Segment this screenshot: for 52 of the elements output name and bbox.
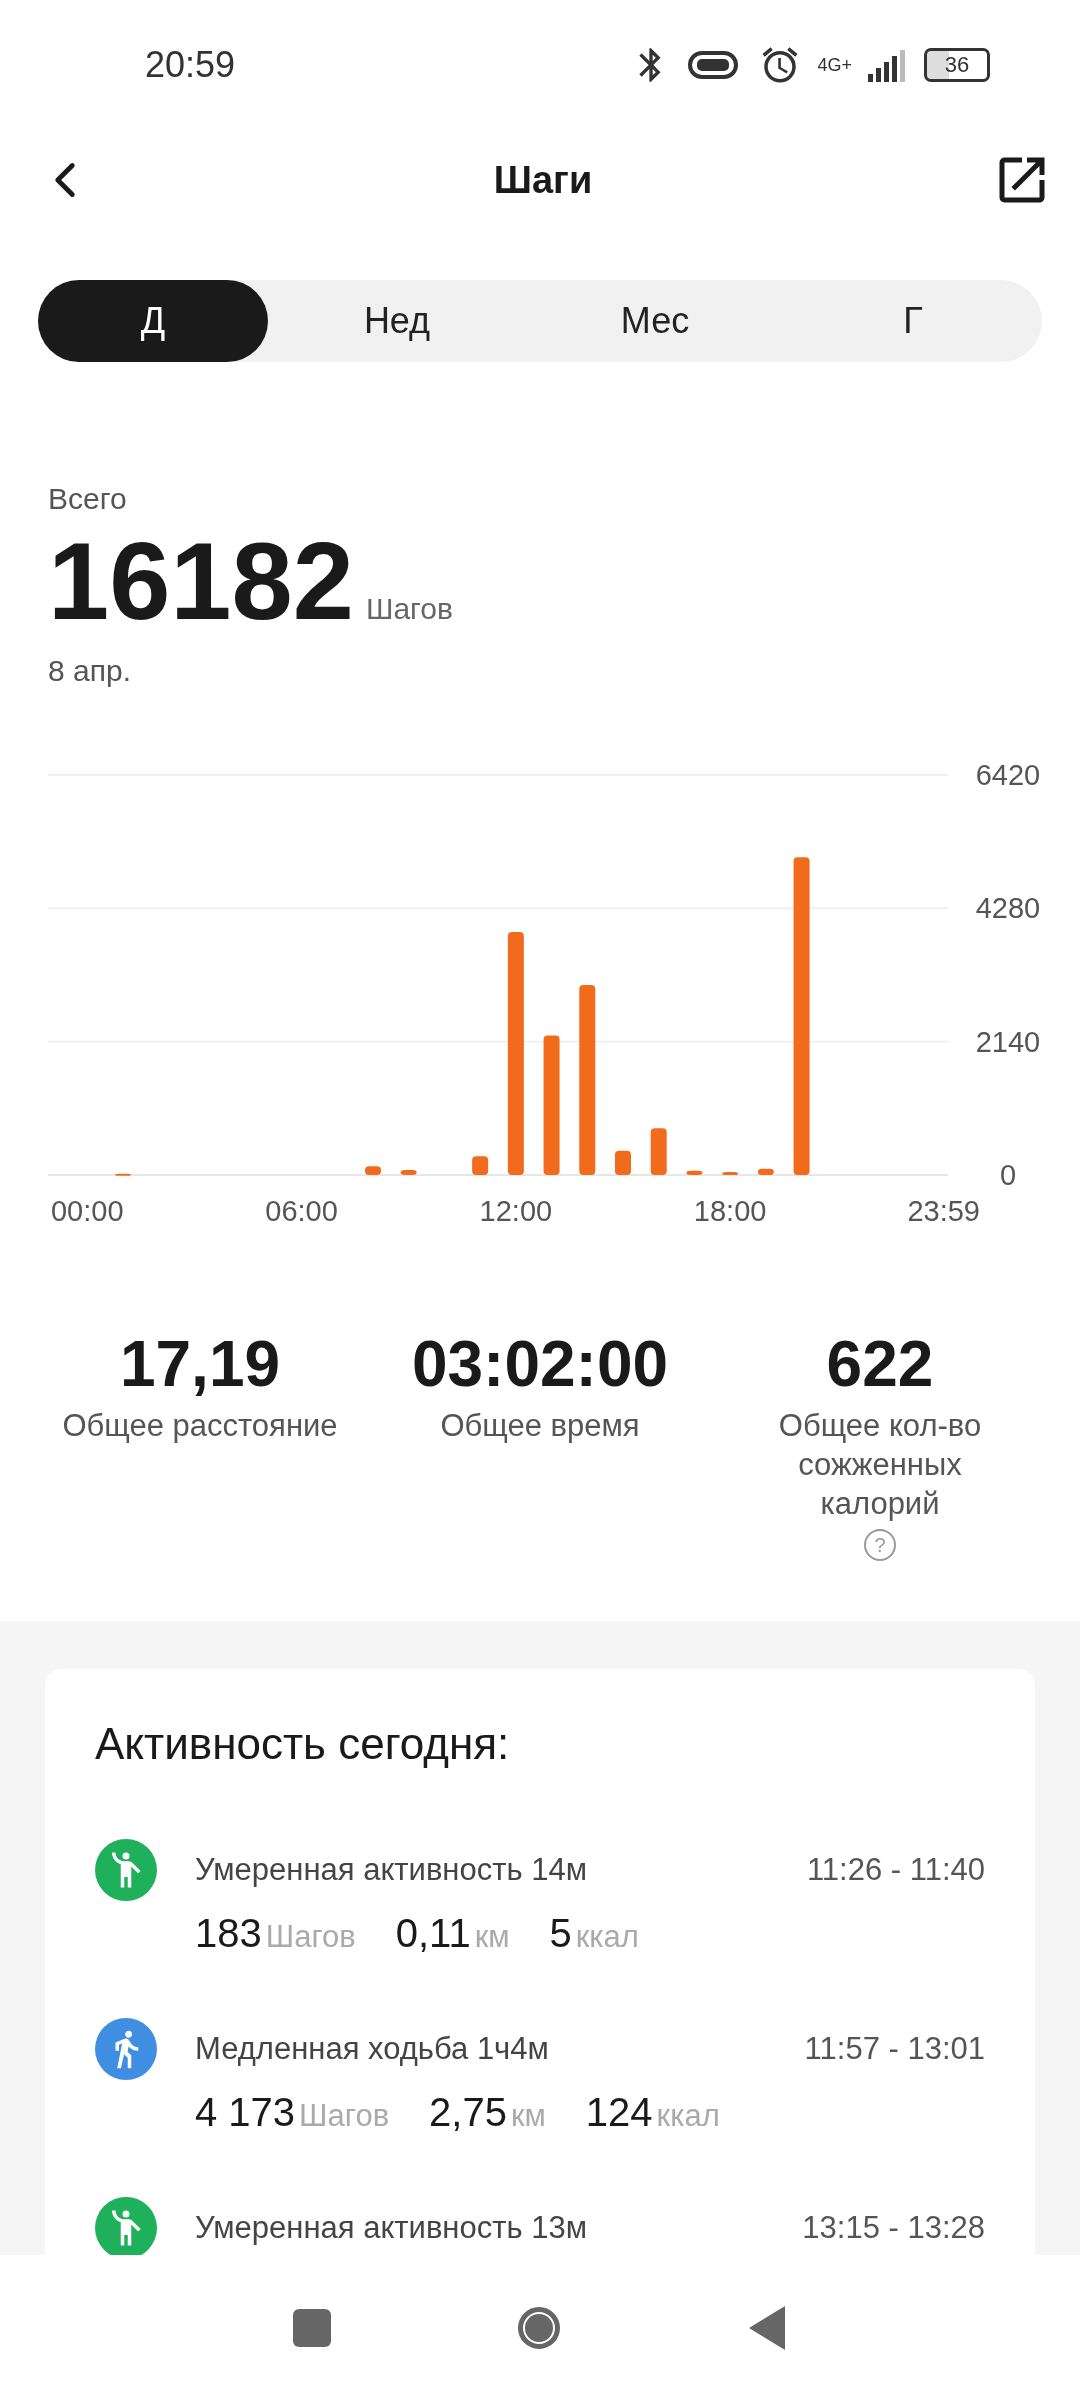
axis-label: 18:00 bbox=[693, 1195, 767, 1227]
axis-label: 4280 bbox=[975, 892, 1041, 925]
period-tab[interactable]: Д bbox=[38, 280, 268, 362]
date-label: 8 апр. bbox=[48, 654, 132, 688]
unit-label: Шагов bbox=[365, 592, 453, 626]
axis-label: 6420 bbox=[975, 763, 1041, 791]
axis-label: 06:00 bbox=[265, 1195, 338, 1227]
card-title: Активность сегодня: bbox=[95, 1719, 511, 1770]
total-label: Общее расстояние bbox=[62, 1407, 338, 1445]
activity-stat: 5 ккал bbox=[549, 1911, 639, 1957]
page-title: Шаги bbox=[493, 158, 593, 202]
activity-name: Медленная ходьба 1ч4м bbox=[195, 2031, 550, 2068]
total-value: 03:02:00 bbox=[411, 1327, 669, 1401]
recents-button[interactable] bbox=[293, 2308, 332, 2347]
activity-stat: 2,75 км bbox=[429, 2090, 546, 2136]
axis-label: 2140 bbox=[975, 1025, 1041, 1058]
step-count: 16182 bbox=[48, 526, 354, 636]
activity-name: Умеренная активность 14м bbox=[195, 1852, 588, 1889]
total-label: Всего bbox=[48, 482, 128, 516]
activity-stat: 0,11 км bbox=[395, 1911, 510, 1957]
total-value: 622 bbox=[826, 1327, 934, 1401]
axis-label: 12:00 bbox=[479, 1195, 553, 1227]
activity-stat: 183 Шагов bbox=[195, 1911, 356, 1957]
total-label: Общее кол-во сожженных калорий bbox=[777, 1407, 983, 1523]
bar bbox=[472, 1156, 489, 1175]
activity-name: Умеренная активность 13м bbox=[195, 2210, 588, 2247]
total-label: Общее время bbox=[440, 1407, 640, 1445]
status-time: 20:59 bbox=[145, 44, 236, 86]
activity-stat: 4 173 Шагов bbox=[195, 2090, 390, 2136]
axis-label: 23:59 bbox=[907, 1195, 980, 1227]
activity-time: 11:26 - 11:40 bbox=[806, 1852, 985, 1889]
period-tab[interactable]: Г bbox=[784, 280, 1042, 362]
axis-label: 00:00 bbox=[51, 1195, 124, 1227]
activity-stat: 124ккал bbox=[585, 2090, 720, 2136]
home-button[interactable] bbox=[518, 2306, 560, 2349]
axis-label: 0 bbox=[999, 1159, 1017, 1191]
total-value: 17,19 bbox=[119, 1327, 281, 1401]
bar bbox=[722, 1171, 739, 1175]
period-tab[interactable]: Нед bbox=[268, 280, 526, 362]
activity-time: 11:57 - 13:01 bbox=[804, 2031, 985, 2068]
bar bbox=[115, 1173, 131, 1176]
bar bbox=[757, 1168, 774, 1175]
network-label: 4G+ bbox=[817, 56, 852, 74]
period-tab[interactable]: Мес bbox=[526, 280, 784, 362]
bar bbox=[615, 1150, 631, 1175]
signal-icon bbox=[868, 48, 908, 82]
bar bbox=[650, 1128, 667, 1175]
bar bbox=[365, 1166, 381, 1175]
activity-time: 13:15 - 13:28 bbox=[802, 2210, 985, 2247]
bar bbox=[686, 1170, 703, 1175]
battery-indicator: 36 bbox=[924, 48, 990, 82]
bar bbox=[400, 1170, 417, 1175]
